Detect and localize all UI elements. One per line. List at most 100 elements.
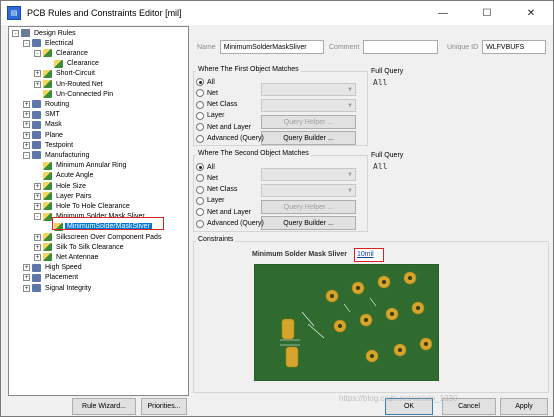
tree-item[interactable]: Minimum Annular Ring (34, 161, 128, 171)
first-match-radio[interactable]: Advanced (Query) (196, 134, 264, 143)
expand-icon[interactable]: + (34, 233, 41, 241)
expand-icon[interactable]: + (34, 243, 41, 251)
radio-dot-icon[interactable] (196, 111, 204, 120)
second-query-helper-button[interactable]: Query Helper ... (261, 200, 356, 214)
tree-item[interactable]: Clearance (45, 59, 101, 69)
collapse-icon[interactable]: - (23, 39, 30, 47)
close-button[interactable]: ✕ (509, 1, 553, 25)
tree-item[interactable]: - Design Rules (12, 28, 78, 38)
radio-dot-icon[interactable] (196, 123, 204, 132)
minimize-button[interactable]: — (421, 1, 465, 25)
radio-dot-icon[interactable] (196, 100, 204, 109)
cat-icon (32, 141, 41, 150)
expand-icon[interactable]: + (23, 100, 30, 108)
first-match-radio[interactable]: Net (196, 89, 218, 98)
first-match-combo-2[interactable]: ▼ (261, 99, 356, 112)
constraints-title: Constraints (196, 236, 236, 243)
radio-dot-icon[interactable] (196, 185, 204, 194)
rule-icon (43, 171, 52, 180)
first-match-radio[interactable]: Layer (196, 111, 225, 120)
expand-icon[interactable]: + (23, 111, 30, 119)
rules-tree[interactable]: - Design Rules - Electrical - Clearance Cleara… (8, 26, 189, 396)
expand-icon[interactable]: + (23, 141, 30, 149)
tree-item[interactable]: + High Speed (23, 263, 84, 273)
collapse-icon[interactable]: - (12, 29, 19, 37)
expand-icon[interactable]: + (23, 284, 30, 292)
tree-item[interactable]: + Net Antennae (34, 252, 100, 262)
first-match-radio[interactable]: All (196, 78, 215, 86)
tree-item[interactable]: + Silkscreen Over Component Pads (34, 232, 163, 242)
second-match-radio[interactable]: Advanced (Query) (196, 219, 264, 228)
second-match-radio[interactable]: Net Class (196, 185, 237, 194)
expand-icon[interactable]: + (34, 202, 41, 210)
chevron-down-icon: ▼ (347, 188, 353, 194)
chevron-down-icon: ▼ (347, 172, 353, 178)
expand-icon[interactable]: + (23, 274, 30, 282)
radio-dot-icon[interactable] (196, 78, 204, 86)
first-match-radio[interactable]: Net and Layer (196, 123, 251, 132)
collapse-icon[interactable]: - (23, 151, 30, 159)
expand-icon[interactable]: + (23, 121, 30, 129)
tree-item-label: Plane (45, 131, 63, 139)
expand-icon[interactable]: + (34, 182, 41, 190)
collapse-icon[interactable]: - (34, 213, 41, 221)
radio-dot-icon[interactable] (196, 196, 204, 205)
expand-icon[interactable]: + (34, 80, 41, 88)
tree-item[interactable]: + Placement (23, 273, 80, 283)
tree-item[interactable]: + Testpoint (23, 140, 75, 150)
priorities-button[interactable]: Priorities... (141, 398, 187, 415)
tree-item-label: Hole Size (56, 182, 86, 190)
second-match-combo-2[interactable]: ▼ (261, 184, 356, 197)
radio-dot-icon[interactable] (196, 89, 204, 98)
tree-item[interactable]: - Manufacturing (23, 150, 91, 160)
tree-item[interactable]: + Signal Integrity (23, 283, 93, 293)
first-query-helper-button[interactable]: Query Helper ... (261, 115, 356, 129)
expand-icon[interactable]: + (34, 192, 41, 200)
tree-item[interactable]: + Plane (23, 130, 65, 140)
second-match-combo-1[interactable]: ▼ (261, 168, 356, 181)
second-query-builder-button[interactable]: Query Builder ... (261, 216, 356, 230)
maximize-button[interactable]: ☐ (465, 1, 509, 25)
tree-item[interactable]: Acute Angle (34, 171, 95, 181)
radio-dot-icon[interactable] (196, 208, 204, 217)
tree-item[interactable]: + Mask (23, 120, 64, 130)
rule-wizard-button[interactable]: Rule Wizard... (72, 398, 136, 415)
apply-button[interactable]: Apply (500, 398, 548, 415)
first-match-radio[interactable]: Net Class (196, 100, 237, 109)
second-match-radio[interactable]: Net and Layer (196, 208, 251, 217)
tree-item[interactable]: + Layer Pairs (34, 191, 93, 201)
first-full-query-label: Full Query (371, 68, 404, 75)
radio-dot-icon[interactable] (196, 134, 204, 143)
second-match-radio[interactable]: Net (196, 174, 218, 183)
tree-item[interactable]: - Clearance (34, 48, 90, 58)
unique-id-input[interactable]: WLFVBUFS (482, 40, 547, 54)
radio-label: Layer (207, 197, 225, 205)
name-input[interactable]: MinimumSolderMaskSliver (219, 40, 324, 54)
comment-input[interactable] (363, 40, 439, 54)
second-match-radio[interactable]: All (196, 163, 215, 171)
tree-item[interactable]: + SMT (23, 110, 62, 120)
first-query-builder-button[interactable]: Query Builder ... (261, 131, 356, 145)
first-match-combo-1[interactable]: ▼ (261, 83, 356, 96)
tree-item[interactable]: - Electrical (23, 38, 75, 48)
collapse-icon[interactable]: - (34, 49, 41, 57)
cat-icon (32, 110, 41, 119)
expand-icon[interactable]: + (23, 131, 30, 139)
tree-item[interactable]: + Un-Routed Net (34, 79, 105, 89)
tree-item[interactable]: Un-Connected Pin (34, 89, 115, 99)
constraint-value-input[interactable]: 10mil (354, 248, 384, 262)
tree-item[interactable]: + Hole To Hole Clearance (34, 201, 132, 211)
expand-icon[interactable]: + (34, 253, 41, 261)
tree-item[interactable]: + Hole Size (34, 181, 88, 191)
watermark-text: https://blog.csdn.net/weixin_1030 (339, 394, 458, 403)
radio-dot-icon[interactable] (196, 219, 204, 228)
tree-item[interactable]: + Routing (23, 99, 71, 109)
radio-dot-icon[interactable] (196, 163, 204, 171)
radio-dot-icon[interactable] (196, 174, 204, 183)
tree-item[interactable]: + Silk To Silk Clearance (34, 242, 126, 252)
cat-icon (32, 100, 41, 109)
expand-icon[interactable]: + (23, 264, 30, 272)
second-match-radio[interactable]: Layer (196, 196, 225, 205)
expand-icon[interactable]: + (34, 70, 41, 78)
tree-item[interactable]: + Short-Circuit (34, 69, 97, 79)
